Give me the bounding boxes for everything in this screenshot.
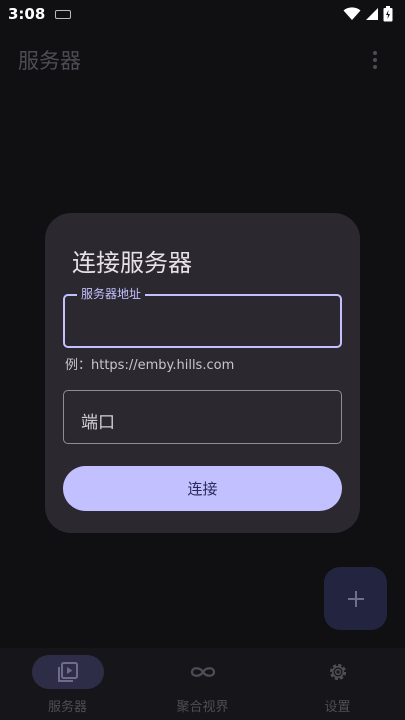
- connect-server-dialog: 连接服务器 服务器地址 例：https://emby.hills.com 端口 …: [45, 213, 360, 533]
- plus-icon: [347, 590, 364, 607]
- connect-button-label: 连接: [187, 480, 218, 498]
- status-time: 3:08: [8, 5, 46, 23]
- battery-icon: [383, 6, 393, 22]
- page-title: 服务器: [18, 49, 81, 73]
- nav-item-settings[interactable]: 设置: [270, 648, 405, 720]
- keyboard-icon: [55, 9, 72, 19]
- nav-label-settings: 设置: [324, 700, 351, 715]
- nav-active-indicator: [31, 655, 104, 689]
- server-address-field[interactable]: 服务器地址: [63, 287, 342, 348]
- wifi-icon: [343, 7, 361, 20]
- nav-label-aggregate-view: 聚合视界: [176, 700, 229, 715]
- server-playlist-icon: [57, 662, 78, 682]
- signal-icon: [366, 8, 378, 20]
- port-field-label: 端口: [81, 413, 115, 433]
- connect-button[interactable]: 连接: [63, 466, 342, 511]
- more-options-icon[interactable]: [363, 48, 387, 72]
- app-bar: 服务器: [0, 40, 405, 80]
- status-icons: [343, 6, 393, 22]
- add-server-button[interactable]: [324, 567, 387, 630]
- port-field[interactable]: 端口: [63, 390, 342, 444]
- nav-item-servers[interactable]: 服务器: [0, 648, 135, 720]
- gear-icon: [329, 663, 346, 681]
- infinity-icon: [190, 667, 215, 677]
- server-address-hint: 例：https://emby.hills.com: [65, 358, 235, 373]
- server-address-label: 服务器地址: [77, 287, 146, 301]
- nav-item-aggregate-view[interactable]: 聚合视界: [135, 648, 270, 720]
- nav-label-servers: 服务器: [47, 700, 87, 715]
- bottom-navigation: 服务器 聚合视界 设置: [0, 648, 405, 720]
- dialog-title: 连接服务器: [72, 249, 192, 277]
- status-bar: 3:08: [0, 0, 405, 28]
